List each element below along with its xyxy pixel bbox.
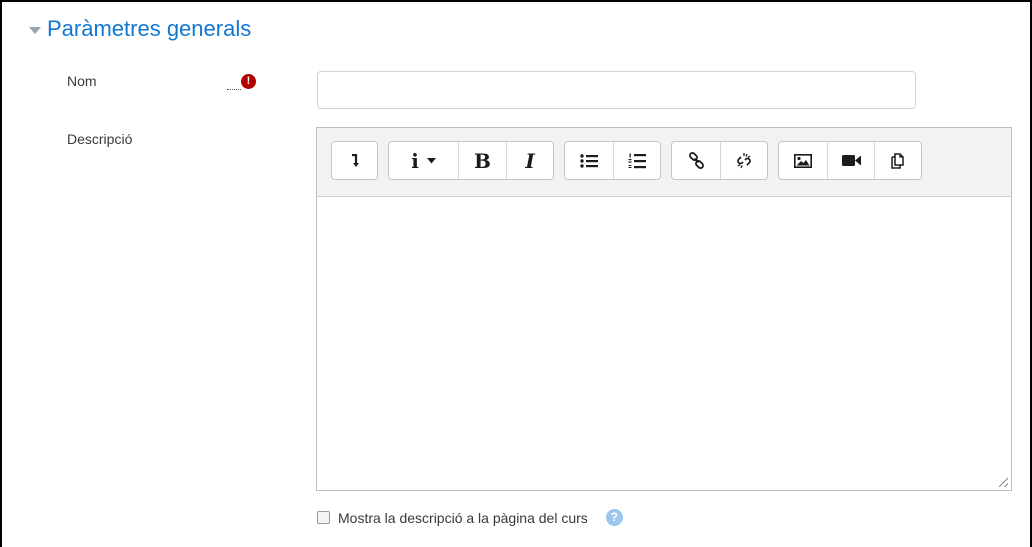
description-label: Descripció — [67, 131, 133, 147]
unlink-icon — [737, 152, 751, 168]
toolbar-group-links — [671, 141, 768, 180]
collapse-triangle-icon[interactable] — [29, 26, 41, 34]
ordered-list-button[interactable] — [613, 142, 660, 179]
description-textarea[interactable] — [317, 198, 1011, 490]
manage-files-icon — [891, 152, 904, 169]
image-icon — [794, 153, 812, 168]
bold-button[interactable]: B — [458, 142, 506, 179]
editor-toolbar: i B I — [317, 128, 1011, 197]
required-icon: ! — [241, 74, 256, 89]
question-circle-icon[interactable]: ? — [605, 509, 623, 526]
name-input[interactable] — [317, 71, 916, 109]
bold-icon: B — [474, 148, 491, 173]
toolbar-group-collapse — [331, 141, 378, 180]
italic-icon: I — [525, 148, 535, 173]
unordered-list-icon — [580, 153, 598, 168]
section-title[interactable]: Paràmetres generals — [47, 16, 251, 42]
show-description-checkbox[interactable] — [317, 511, 330, 524]
unordered-list-button[interactable] — [565, 142, 613, 179]
image-button[interactable] — [779, 142, 827, 179]
italic-button[interactable]: I — [506, 142, 553, 179]
required-dots — [227, 88, 241, 90]
video-button[interactable] — [827, 142, 874, 179]
unlink-button[interactable] — [720, 142, 767, 179]
chevron-down-icon — [426, 157, 436, 163]
link-button[interactable] — [672, 142, 720, 179]
toolbar-group-media — [778, 141, 922, 180]
collapse-toolbar-button[interactable] — [332, 142, 377, 179]
link-icon — [688, 152, 704, 169]
toolbar-group-style: i B I — [388, 141, 554, 180]
ordered-list-icon — [628, 153, 646, 168]
video-icon — [841, 155, 861, 166]
paragraph-styles-icon: i — [411, 148, 419, 173]
resize-handle-icon[interactable] — [999, 478, 1008, 487]
show-description-label[interactable]: Mostra la descripció a la pàgina del cur… — [338, 510, 588, 526]
manage-files-button[interactable] — [874, 142, 921, 179]
paragraph-styles-button[interactable]: i — [389, 142, 458, 179]
description-editor: i B I — [316, 127, 1012, 491]
section-header[interactable]: Paràmetres generals — [29, 16, 251, 42]
name-label: Nom — [67, 73, 97, 89]
collapse-icon — [351, 153, 359, 167]
show-description-row: Mostra la descripció a la pàgina del cur… — [317, 509, 623, 526]
toolbar-group-lists — [564, 141, 661, 180]
